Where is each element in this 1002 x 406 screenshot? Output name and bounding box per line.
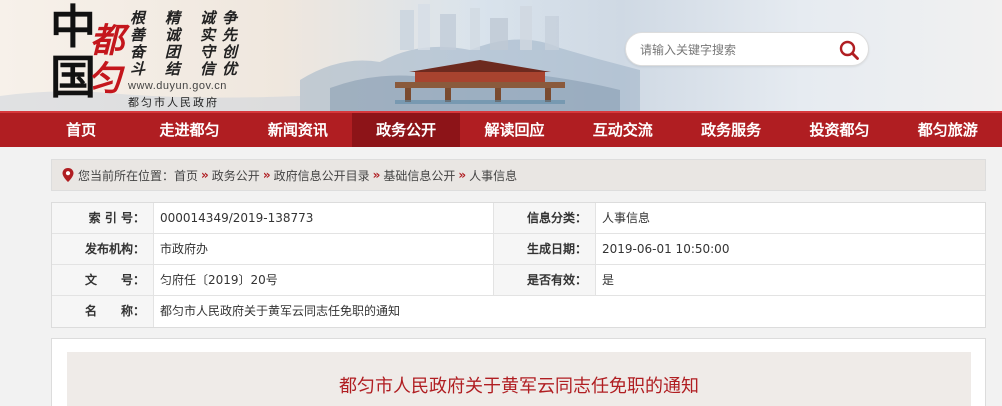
date-value: 2019-06-01 10:50:00 <box>602 242 730 256</box>
magnifier-icon[interactable] <box>838 39 860 61</box>
article-title: 都匀市人民政府关于黄军云同志任免职的通知 <box>339 376 699 397</box>
category-label: 信息分类： <box>494 203 596 233</box>
breadcrumb-separator: » <box>458 168 467 182</box>
nav-item-about-duyun[interactable]: 走进都匀 <box>135 113 243 147</box>
header-banner: 中 都 国 匀 根善奋斗 精诚团结 诚实守信 争先创优 www.duyun.go… <box>0 0 1002 111</box>
name-label: 名 称： <box>52 296 154 327</box>
document-number-value: 匀府任〔2019〕20号 <box>154 265 494 295</box>
breadcrumb-personnel-info[interactable]: 人事信息 <box>469 167 517 184</box>
info-row: 索 引 号： 000014349/2019-138773 信息分类： 人事信息 <box>52 203 985 234</box>
breadcrumb-separator: » <box>372 168 381 182</box>
breadcrumb-prefix: 您当前所在位置： <box>78 168 175 183</box>
main-nav: 首页 走进都匀 新闻资讯 政务公开 解读回应 互动交流 政务服务 投资都匀 都匀… <box>0 111 1002 147</box>
date-label: 生成日期： <box>494 234 596 264</box>
name-value: 都匀市人民政府关于黄军云同志任免职的通知 <box>160 304 401 318</box>
breadcrumb-info-catalog[interactable]: 政府信息公开目录 <box>274 167 370 184</box>
info-row: 名 称： 都匀市人民政府关于黄军云同志任免职的通知 <box>52 296 985 327</box>
motto-column-2: 精诚团结 <box>165 9 181 78</box>
motto-column-4: 争先创优 <box>222 9 238 78</box>
document-number-label: 文 号： <box>52 265 154 295</box>
logo-char-4: 匀 <box>88 59 122 99</box>
document-info-table: 索 引 号： 000014349/2019-138773 信息分类： 人事信息 … <box>51 202 986 328</box>
motto-column-3: 诚实守信 <box>200 9 216 78</box>
breadcrumb-separator: » <box>262 168 271 182</box>
breadcrumb-gov-affairs-open[interactable]: 政务公开 <box>212 167 260 184</box>
search-box <box>625 32 869 66</box>
publisher-label: 发布机构： <box>52 234 154 264</box>
nav-item-interaction[interactable]: 互动交流 <box>569 113 677 147</box>
nav-item-gov-services[interactable]: 政务服务 <box>677 113 785 147</box>
nav-item-tourism[interactable]: 都匀旅游 <box>894 113 1002 147</box>
site-name: 都匀市人民政府 <box>128 97 219 109</box>
info-row: 发布机构： 市政府办 生成日期： 2019-06-01 10:50:00 <box>52 234 985 265</box>
location-pin-icon <box>62 168 74 182</box>
index-number-label: 索 引 号： <box>52 203 154 233</box>
publisher-value: 市政府办 <box>154 234 494 264</box>
nav-item-home[interactable]: 首页 <box>27 113 135 147</box>
breadcrumb-separator: » <box>201 168 209 182</box>
site-url: www.duyun.gov.cn <box>128 80 227 92</box>
category-value: 人事信息 <box>602 211 651 225</box>
article-title-bar: 都匀市人民政府关于黄军云同志任免职的通知 <box>67 352 971 406</box>
validity-value: 是 <box>602 273 615 287</box>
nav-item-news[interactable]: 新闻资讯 <box>244 113 352 147</box>
nav-item-gov-affairs-open[interactable]: 政务公开 <box>351 113 461 147</box>
breadcrumb: 您当前所在位置： 首页 » 政务公开 » 政府信息公开目录 » 基础信息公开 »… <box>51 159 986 191</box>
index-number-value: 000014349/2019-138773 <box>154 203 494 233</box>
motto-column-1: 根善奋斗 <box>130 9 146 78</box>
site-logo[interactable]: 中 都 国 匀 <box>48 4 130 108</box>
info-row: 文 号： 匀府任〔2019〕20号 是否有效： 是 <box>52 265 985 296</box>
breadcrumb-basic-info[interactable]: 基础信息公开 <box>383 167 455 184</box>
validity-label: 是否有效： <box>494 265 596 295</box>
nav-item-investment[interactable]: 投资都匀 <box>785 113 893 147</box>
search-input[interactable] <box>640 40 830 60</box>
breadcrumb-home[interactable]: 首页 <box>174 167 198 184</box>
nav-item-interpretation[interactable]: 解读回应 <box>460 113 568 147</box>
bridge-illustration <box>395 60 565 104</box>
article-panel: 都匀市人民政府关于黄军云同志任免职的通知 <box>51 338 986 406</box>
